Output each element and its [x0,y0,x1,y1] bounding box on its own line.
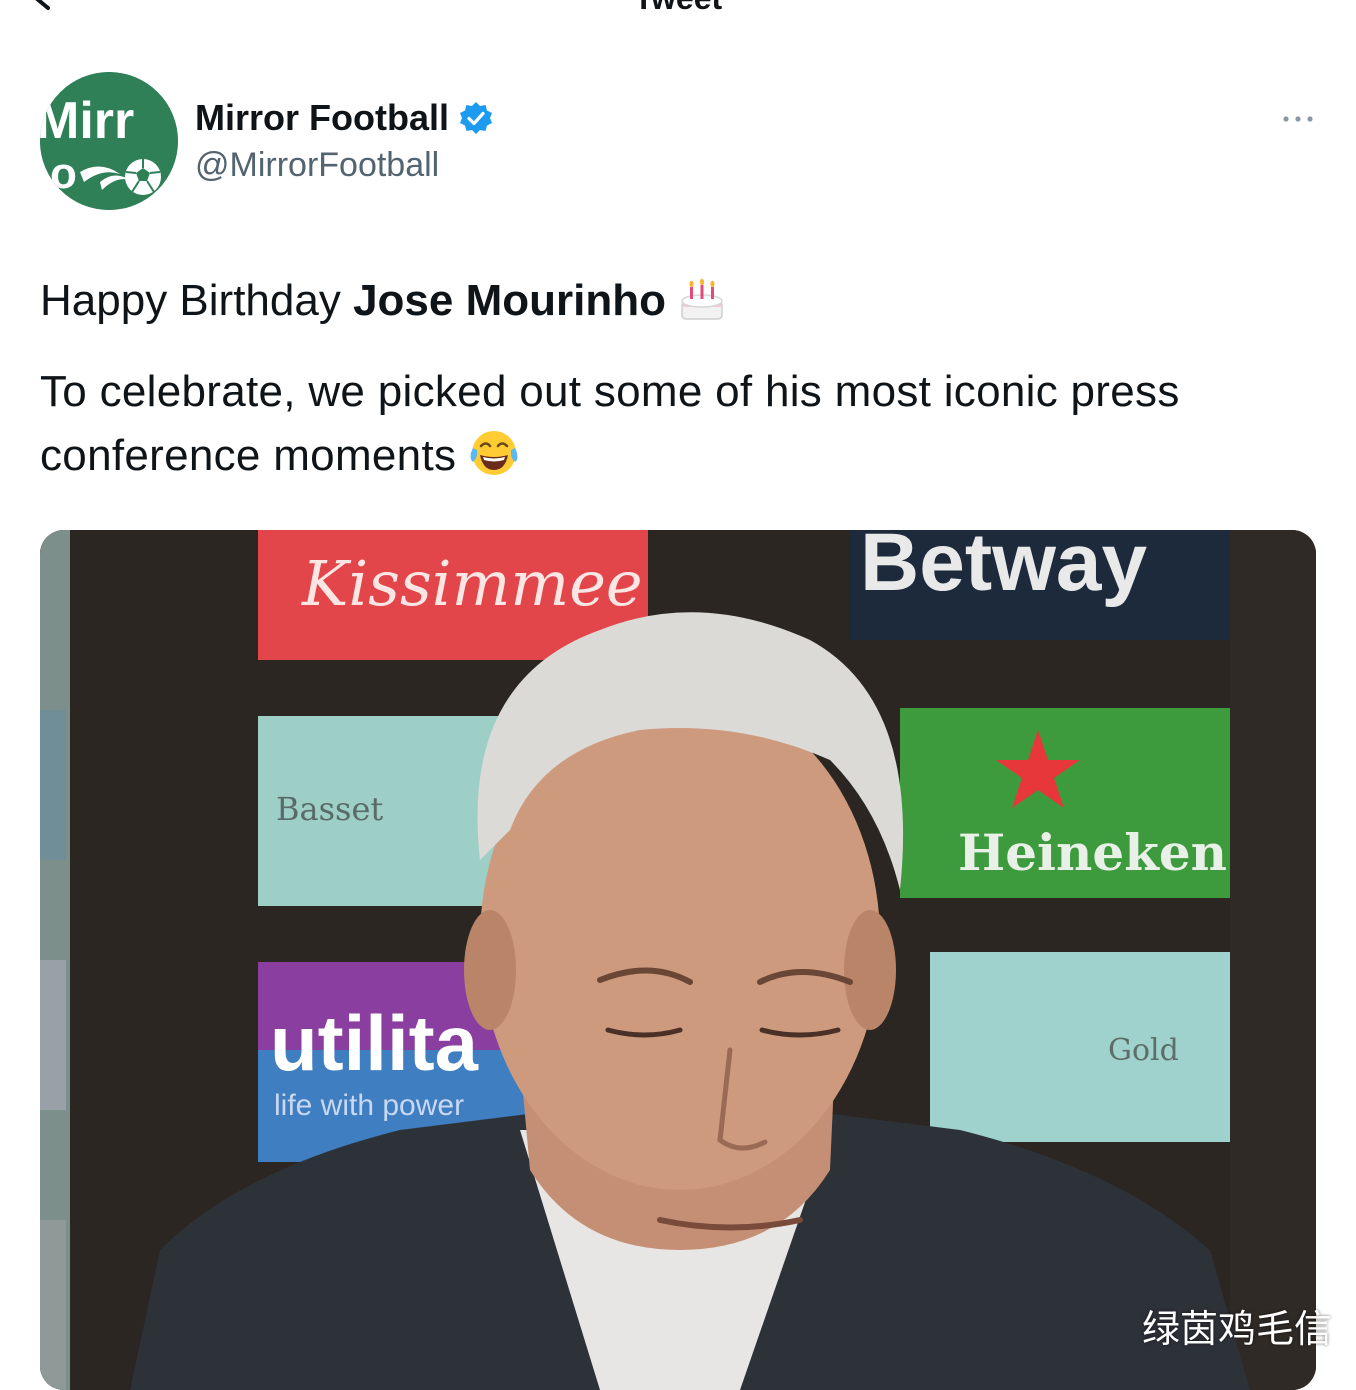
avatar[interactable]: Mirr o [40,72,178,210]
top-nav-bar: Tweet [0,0,1356,20]
author-name-row: Mirror Football [195,97,493,139]
sponsor-utilita-tagline: life with power [274,1089,464,1122]
tweet-text-prefix: Happy Birthday [40,276,354,325]
more-dots-icon [1283,116,1313,122]
sponsor-utilita: utilita [270,999,479,1087]
more-options-button[interactable] [1278,102,1318,136]
watermark-text: 绿茵鸡毛信 [1142,1307,1333,1351]
sponsor-betway: Betway [860,530,1148,608]
mirror-football-logo: Mirr o [40,72,178,210]
tweet-text-line-2: To celebrate, we picked out some of his … [40,360,1300,496]
author-display-name[interactable]: Mirror Football [195,97,449,139]
laughing-tears-icon [469,428,519,496]
sponsor-heineken: Heineken [958,823,1227,882]
tweet-body: Happy Birthday Jose Mourinho To celebrat… [40,268,1300,496]
author-handle[interactable]: @MirrorFootball [195,146,439,185]
tweet-text-line-1: Happy Birthday Jose Mourinho [40,268,1300,342]
birthday-cake-icon [678,275,726,342]
sponsor-gold: Gold [1108,1033,1179,1068]
press-conference-still: Kissimmee Betway Basset Heineken utilita… [40,530,1316,1390]
svg-text:Mirr: Mirr [40,92,134,150]
sponsor-kissimmee: Kissimmee [301,547,643,620]
tweet-text-bold-name[interactable]: Jose Mourinho [353,276,666,325]
tweet-header: Mirr o Mirror Football @MirrorFootball [40,72,1320,212]
tweet-text-body: To celebrate, we picked out some of his … [40,367,1180,480]
tweet-media-video[interactable]: Kissimmee Betway Basset Heineken utilita… [40,530,1316,1390]
sponsor-basset: Basset [276,790,383,828]
verified-badge-icon [459,101,493,135]
svg-text:o: o [50,149,77,198]
page-title: Tweet [0,0,1356,14]
